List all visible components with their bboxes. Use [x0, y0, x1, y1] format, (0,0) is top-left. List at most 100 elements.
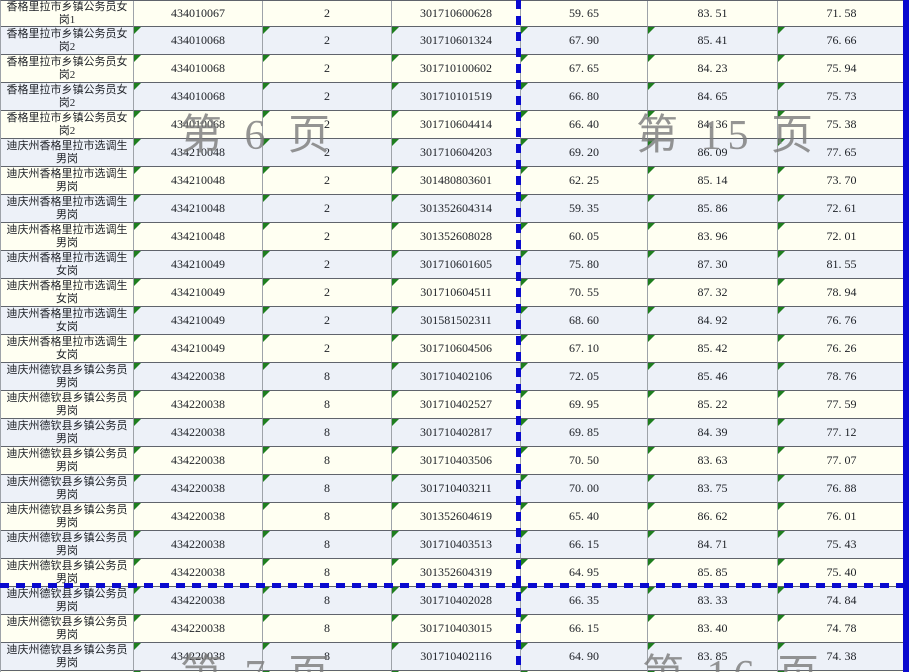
cell-quantity[interactable]: 8 [263, 503, 392, 531]
cell-score-written[interactable]: 72. 05 [521, 363, 648, 391]
cell-score-written[interactable]: 66. 15 [521, 531, 648, 559]
cell-score-final[interactable]: 78. 76 [778, 363, 906, 391]
cell-score-interview[interactable]: 85. 14 [648, 167, 778, 195]
cell-score-final[interactable]: 74. 78 [778, 615, 906, 643]
cell-exam-number[interactable]: 301710402028 [392, 587, 521, 615]
cell-exam-number[interactable]: 301352608028 [392, 223, 521, 251]
cell-position-name[interactable]: 迪庆州德钦县乡镇公务员男岗 [1, 587, 134, 615]
cell-position-name[interactable]: 迪庆州德钦县乡镇公务员男岗 [1, 475, 134, 503]
cell-exam-number[interactable]: 301581502311 [392, 307, 521, 335]
cell-position-name[interactable]: 迪庆州香格里拉市选调生女岗 [1, 307, 134, 335]
cell-score-final[interactable]: 81. 55 [778, 251, 906, 279]
cell-exam-number[interactable]: 301710402527 [392, 391, 521, 419]
cell-score-final[interactable]: 76. 66 [778, 27, 906, 55]
cell-position-code[interactable]: 434220038 [134, 447, 263, 475]
cell-score-written[interactable]: 70. 55 [521, 279, 648, 307]
cell-position-code[interactable]: 434210048 [134, 167, 263, 195]
cell-position-name[interactable]: 迪庆州香格里拉市选调生女岗 [1, 251, 134, 279]
cell-exam-number[interactable]: 301710604203 [392, 139, 521, 167]
cell-score-written[interactable]: 59. 65 [521, 1, 648, 27]
cell-quantity[interactable]: 8 [263, 475, 392, 503]
cell-score-written[interactable]: 69. 85 [521, 419, 648, 447]
cell-position-name[interactable]: 迪庆州香格里拉市选调生女岗 [1, 335, 134, 363]
cell-position-code[interactable]: 434010068 [134, 55, 263, 83]
cell-position-code[interactable]: 434010068 [134, 27, 263, 55]
cell-score-final[interactable]: 76. 88 [778, 475, 906, 503]
cell-score-written[interactable]: 65. 40 [521, 503, 648, 531]
cell-exam-number[interactable]: 301710604511 [392, 279, 521, 307]
cell-score-final[interactable]: 77. 12 [778, 419, 906, 447]
cell-score-interview[interactable]: 87. 30 [648, 251, 778, 279]
cell-quantity[interactable]: 8 [263, 615, 392, 643]
cell-score-written[interactable]: 69. 20 [521, 139, 648, 167]
cell-position-code[interactable]: 434220038 [134, 363, 263, 391]
cell-score-interview[interactable]: 83. 33 [648, 587, 778, 615]
cell-score-written[interactable]: 66. 35 [521, 587, 648, 615]
cell-score-written[interactable]: 67. 90 [521, 27, 648, 55]
cell-score-written[interactable]: 66. 80 [521, 83, 648, 111]
cell-exam-number[interactable]: 301710600628 [392, 1, 521, 27]
cell-exam-number[interactable]: 301710403506 [392, 447, 521, 475]
cell-quantity[interactable]: 8 [263, 391, 392, 419]
cell-position-name[interactable]: 香格里拉市乡镇公务员女岗2 [1, 83, 134, 111]
cell-position-name[interactable]: 香格里拉市乡镇公务员女岗2 [1, 55, 134, 83]
cell-position-code[interactable]: 434220038 [134, 419, 263, 447]
cell-position-name[interactable]: 迪庆州德钦县乡镇公务员男岗 [1, 615, 134, 643]
cell-score-interview[interactable]: 84. 23 [648, 55, 778, 83]
cell-exam-number[interactable]: 301710604506 [392, 335, 521, 363]
cell-exam-number[interactable]: 301710604414 [392, 111, 521, 139]
cell-score-written[interactable]: 60. 05 [521, 223, 648, 251]
cell-position-code[interactable]: 434220038 [134, 391, 263, 419]
cell-score-interview[interactable]: 83. 40 [648, 615, 778, 643]
cell-position-name[interactable]: 迪庆州香格里拉市选调生男岗 [1, 223, 134, 251]
cell-position-name[interactable]: 迪庆州德钦县乡镇公务员男岗 [1, 531, 134, 559]
cell-score-interview[interactable]: 85. 22 [648, 391, 778, 419]
cell-position-code[interactable]: 434210049 [134, 335, 263, 363]
cell-score-final[interactable]: 72. 61 [778, 195, 906, 223]
cell-position-name[interactable]: 迪庆州德钦县乡镇公务员男岗 [1, 419, 134, 447]
cell-position-name[interactable]: 迪庆州德钦县乡镇公务员男岗 [1, 447, 134, 475]
cell-quantity[interactable]: 2 [263, 1, 392, 27]
cell-position-code[interactable]: 434220038 [134, 503, 263, 531]
cell-position-code[interactable]: 434220038 [134, 475, 263, 503]
cell-score-written[interactable]: 66. 15 [521, 615, 648, 643]
cell-position-name[interactable]: 香格里拉市乡镇公务员女岗2 [1, 111, 134, 139]
cell-exam-number[interactable]: 301710601324 [392, 27, 521, 55]
cell-score-final[interactable]: 73. 70 [778, 167, 906, 195]
cell-score-final[interactable]: 77. 59 [778, 391, 906, 419]
cell-score-final[interactable]: 77. 07 [778, 447, 906, 475]
cell-score-written[interactable]: 70. 00 [521, 475, 648, 503]
cell-score-interview[interactable]: 84. 39 [648, 419, 778, 447]
cell-quantity[interactable]: 8 [263, 587, 392, 615]
cell-score-written[interactable]: 67. 10 [521, 335, 648, 363]
cell-position-code[interactable]: 434210048 [134, 223, 263, 251]
cell-position-name[interactable]: 迪庆州香格里拉市选调生男岗 [1, 167, 134, 195]
cell-exam-number[interactable]: 301480803601 [392, 167, 521, 195]
cell-score-written[interactable]: 66. 40 [521, 111, 648, 139]
cell-score-written[interactable]: 64. 90 [521, 643, 648, 671]
cell-quantity[interactable]: 2 [263, 307, 392, 335]
cell-quantity[interactable]: 2 [263, 279, 392, 307]
cell-score-interview[interactable]: 86. 62 [648, 503, 778, 531]
cell-position-name[interactable]: 迪庆州香格里拉市选调生男岗 [1, 195, 134, 223]
cell-quantity[interactable]: 2 [263, 335, 392, 363]
cell-score-interview[interactable]: 84. 92 [648, 307, 778, 335]
cell-score-final[interactable]: 78. 94 [778, 279, 906, 307]
cell-exam-number[interactable]: 301710101519 [392, 83, 521, 111]
cell-position-name[interactable]: 迪庆州香格里拉市选调生男岗 [1, 139, 134, 167]
cell-score-written[interactable]: 62. 25 [521, 167, 648, 195]
cell-quantity[interactable]: 2 [263, 251, 392, 279]
cell-score-written[interactable]: 75. 80 [521, 251, 648, 279]
cell-score-interview[interactable]: 85. 86 [648, 195, 778, 223]
cell-position-name[interactable]: 迪庆州德钦县乡镇公务员男岗 [1, 643, 134, 671]
cell-position-code[interactable]: 434210049 [134, 279, 263, 307]
cell-exam-number[interactable]: 301710402817 [392, 419, 521, 447]
cell-score-final[interactable]: 76. 01 [778, 503, 906, 531]
cell-position-code[interactable]: 434210048 [134, 195, 263, 223]
cell-score-interview[interactable]: 85. 42 [648, 335, 778, 363]
cell-exam-number[interactable]: 301710100602 [392, 55, 521, 83]
cell-quantity[interactable]: 8 [263, 531, 392, 559]
cell-exam-number[interactable]: 301710402106 [392, 363, 521, 391]
cell-score-written[interactable]: 59. 35 [521, 195, 648, 223]
cell-exam-number[interactable]: 301710403211 [392, 475, 521, 503]
